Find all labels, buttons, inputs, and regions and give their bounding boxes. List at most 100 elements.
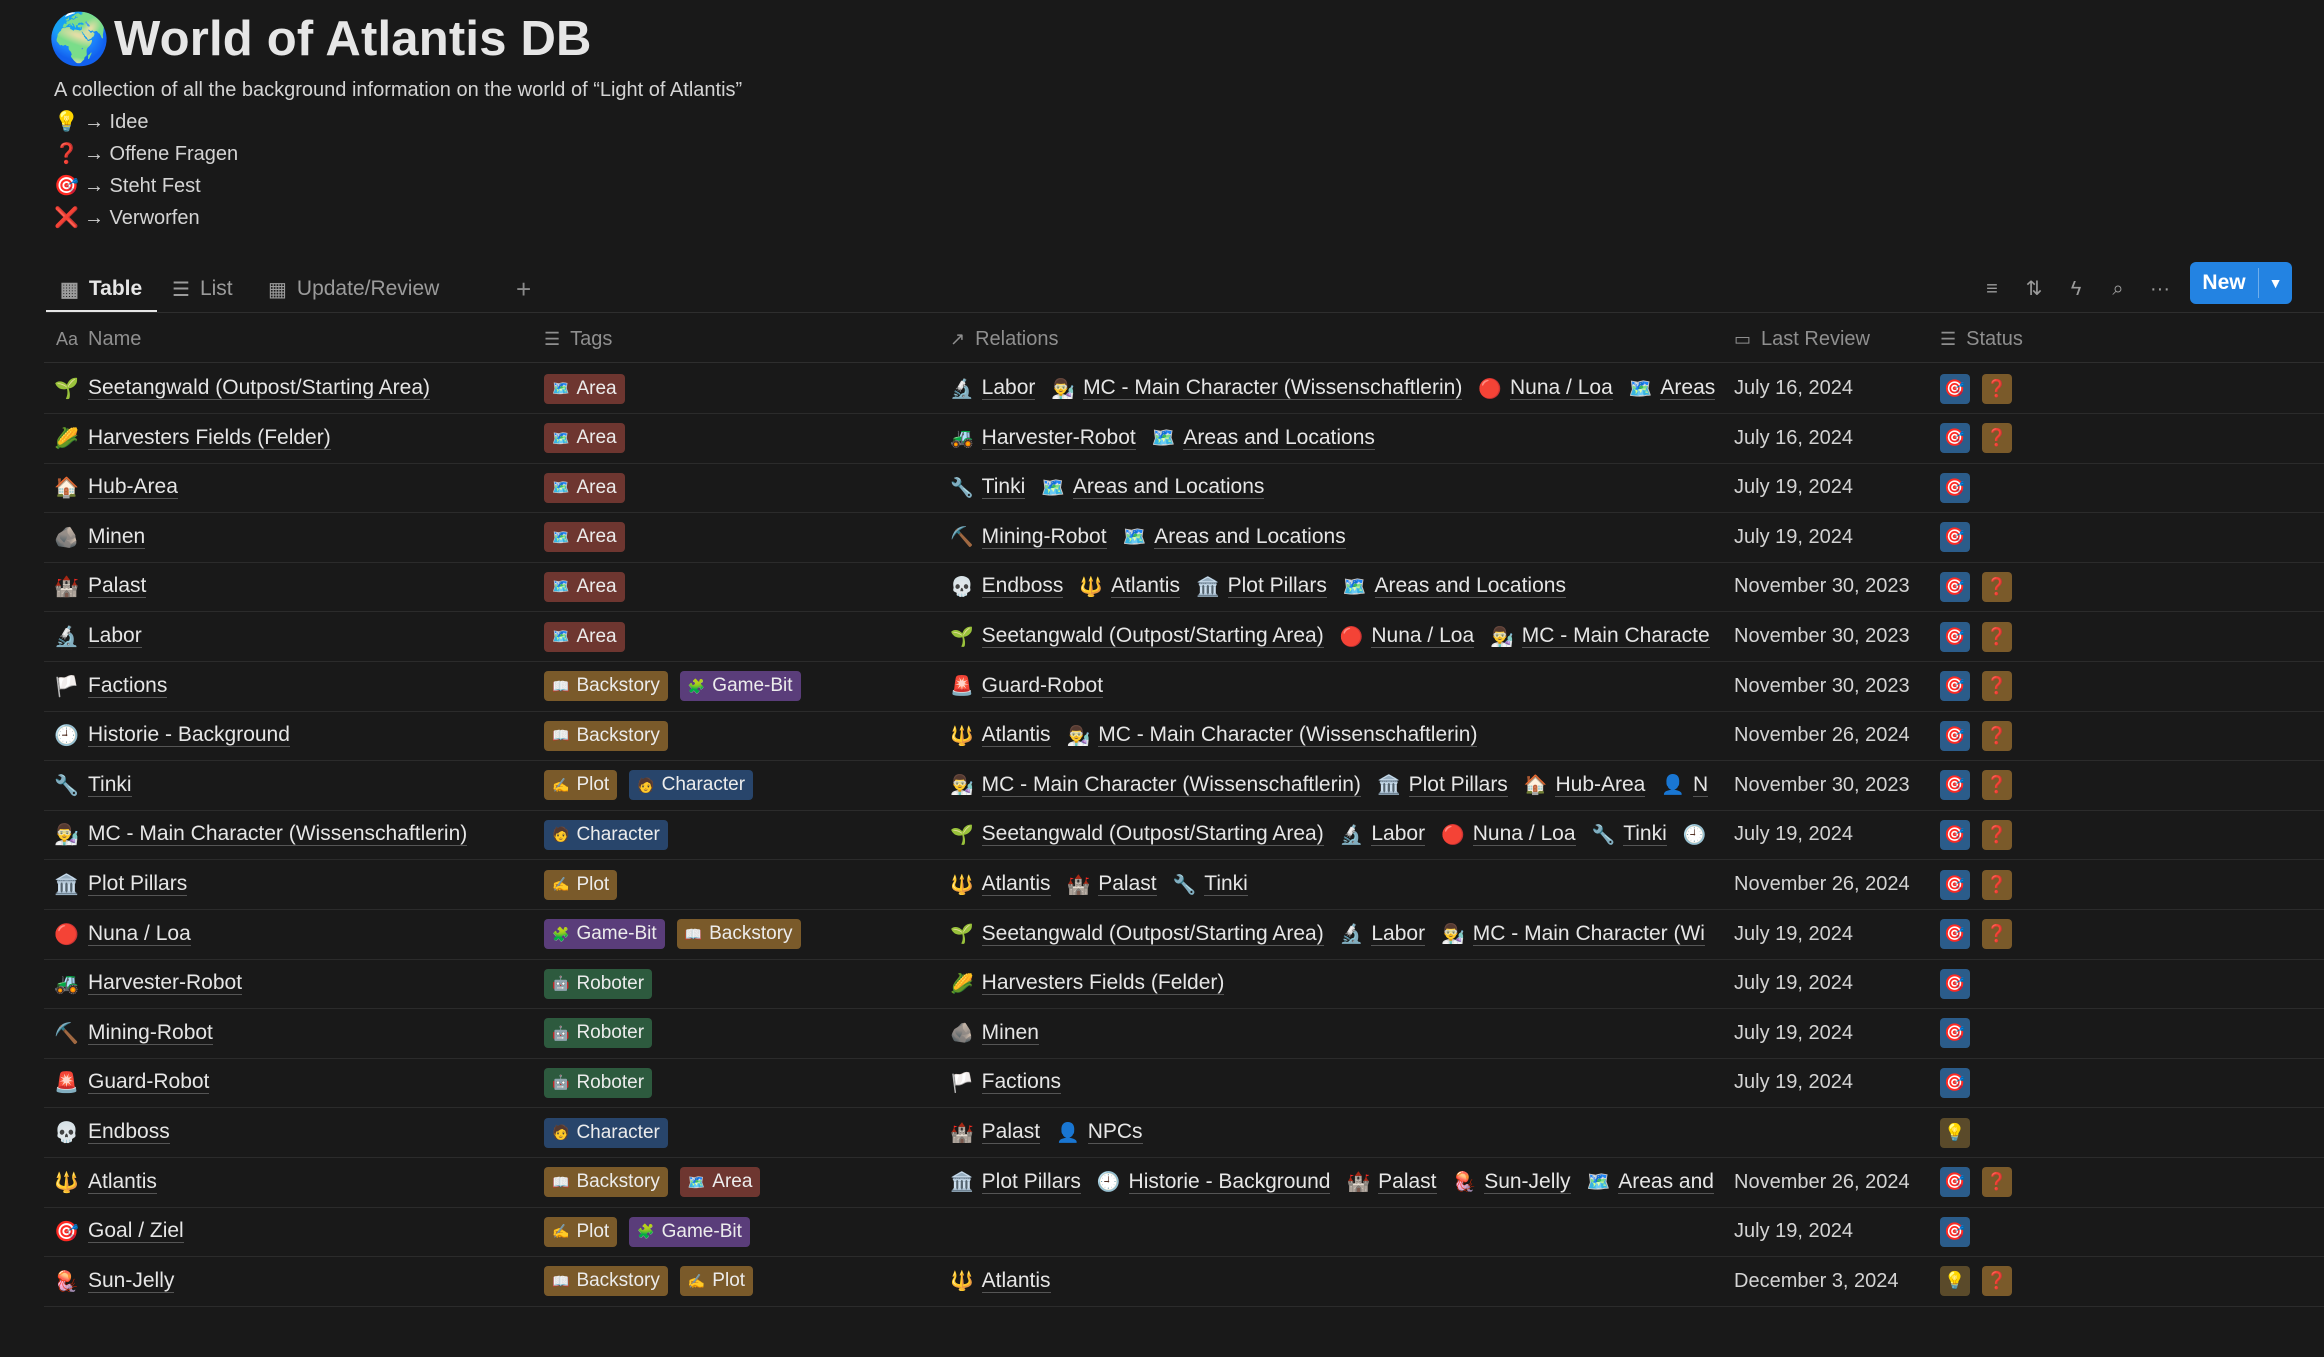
row-relations-cell[interactable]: 🏳️ Factions: [950, 1058, 1766, 1107]
row-tags-cell[interactable]: 🗺️ Area: [544, 562, 949, 611]
relation-label[interactable]: Tinki: [1623, 823, 1667, 847]
relation-label[interactable]: Areas and Locations: [1072, 476, 1265, 500]
relation-label[interactable]: Factions: [981, 1071, 1062, 1095]
table-row[interactable]: 🏛️ Plot Pillars ✍️ Plot 🔱 Atlantis 🏰 Pal…: [44, 860, 2324, 910]
table-row[interactable]: 🎯 Goal / Ziel ✍️ Plot 🧩 Game-Bit July 19…: [44, 1207, 2324, 1258]
row-name[interactable]: Guard-Robot: [88, 1071, 210, 1095]
row-name[interactable]: Palast: [88, 575, 147, 599]
relation-link[interactable]: 🪨 Minen: [950, 1021, 1039, 1045]
row-name-cell[interactable]: 🕘 Historie - Background: [54, 711, 534, 760]
row-last-review-cell[interactable]: November 30, 2023: [1734, 761, 1934, 810]
new-button[interactable]: New ▼: [2190, 262, 2292, 304]
relation-link[interactable]: 🔴 Nuna / Loa: [1441, 823, 1576, 847]
row-status-cell[interactable]: 🎯: [1940, 959, 2140, 1008]
row-name[interactable]: Factions: [88, 674, 168, 698]
row-relations-cell[interactable]: 🌽 Harvesters Fields (Felder): [950, 959, 1766, 1008]
relation-label[interactable]: Harvester-Robot: [981, 426, 1136, 450]
relation-link[interactable]: 🔧 Tinki: [1592, 823, 1667, 847]
row-relations-cell[interactable]: 👨‍🔬 MC - Main Character (Wissenschaftler…: [950, 761, 1766, 810]
row-status-cell[interactable]: 🎯 ❓: [1940, 1158, 2140, 1207]
row-relations-cell[interactable]: ⛏️ Mining-Robot 🗺️ Areas and Locations: [950, 513, 1766, 562]
row-relations-cell[interactable]: 🌱 Seetangwald (Outpost/Starting Area) 🔬 …: [950, 910, 1766, 959]
status-fixed[interactable]: 🎯: [1940, 571, 1970, 602]
status-fixed[interactable]: 🎯: [1940, 869, 1970, 900]
row-name-cell[interactable]: 🏠 Hub-Area: [54, 463, 534, 512]
relation-link[interactable]: 🔱 Atlantis: [950, 724, 1051, 748]
relation-link[interactable]: 🕘 Historie - Background: [1097, 1170, 1331, 1194]
relation-link[interactable]: 🔱 Atlantis: [950, 873, 1051, 897]
relation-label[interactable]: Palast: [1378, 1170, 1437, 1194]
relation-label[interactable]: Endboss: [981, 575, 1064, 599]
relation-link[interactable]: 🚨 Guard-Robot: [950, 674, 1104, 698]
row-tags-cell[interactable]: 🤖 Roboter: [544, 959, 949, 1008]
relation-label[interactable]: Harvesters Fields (Felder): [981, 972, 1225, 996]
row-last-review-cell[interactable]: November 30, 2023: [1734, 662, 1934, 711]
row-name-cell[interactable]: 🪼 Sun-Jelly: [54, 1257, 534, 1306]
table-row[interactable]: 🔱 Atlantis 📖 Backstory 🗺️ Area 🏛️ Plot P…: [44, 1158, 2324, 1208]
row-tags-cell[interactable]: ✍️ Plot 🧩 Game-Bit: [544, 1207, 949, 1256]
relation-link[interactable]: 🔬 Labor: [1340, 823, 1426, 847]
row-name[interactable]: Atlantis: [88, 1170, 157, 1194]
row-tags-cell[interactable]: 🧑 Character: [544, 810, 949, 859]
row-tags-cell[interactable]: 🧑 Character: [544, 1108, 949, 1157]
status-idea[interactable]: 💡: [1940, 1117, 1970, 1148]
table-row[interactable]: 💀 Endboss 🧑 Character 🏰 Palast 👤 NPCs 💡: [44, 1108, 2324, 1158]
row-name[interactable]: Minen: [88, 525, 146, 549]
row-name-cell[interactable]: 🔱 Atlantis: [54, 1158, 534, 1207]
table-row[interactable]: 🔬 Labor 🗺️ Area 🌱 Seetangwald (Outpost/S…: [44, 612, 2324, 662]
relation-label[interactable]: Tinki: [981, 476, 1026, 500]
relation-label[interactable]: Historie - Background: [1128, 1170, 1331, 1194]
row-tags-cell[interactable]: 📖 Backstory 🗺️ Area: [544, 1158, 949, 1207]
row-last-review-cell[interactable]: July 19, 2024: [1734, 513, 1934, 562]
status-open-question[interactable]: ❓: [1982, 770, 2012, 801]
row-relations-cell[interactable]: 🔬 Labor 👨‍🔬 MC - Main Character (Wissens…: [950, 364, 1766, 413]
relation-label[interactable]: Seetangwald (Outpost/Starting Area): [981, 625, 1324, 648]
status-fixed[interactable]: 🎯: [1940, 770, 1970, 801]
status-fixed[interactable]: 🎯: [1940, 423, 1970, 454]
row-tags-cell[interactable]: 🗺️ Area: [544, 513, 949, 562]
row-name[interactable]: Plot Pillars: [88, 873, 188, 896]
relation-label[interactable]: Plot Pillars: [1227, 575, 1327, 599]
relation-label[interactable]: Sun-Jelly: [1484, 1170, 1571, 1194]
row-status-cell[interactable]: 🎯 ❓: [1940, 364, 2140, 413]
table-row[interactable]: 🚜 Harvester-Robot 🤖 Roboter 🌽 Harvesters…: [44, 959, 2324, 1010]
row-relations-cell[interactable]: 🔱 Atlantis 🏰 Palast 🔧 Tinki: [950, 860, 1766, 909]
add-view-button[interactable]: +: [516, 266, 531, 312]
status-fixed[interactable]: 🎯: [1940, 522, 1970, 553]
relation-label[interactable]: Atlantis: [981, 873, 1051, 896]
relation-link[interactable]: 👨‍🔬 MC - Main Character (Wissenschaftler…: [950, 773, 1361, 797]
relation-link[interactable]: 🏳️ Factions: [950, 1071, 1062, 1095]
row-tags-cell[interactable]: 🗺️ Area: [544, 414, 949, 463]
table-row[interactable]: 🔴 Nuna / Loa 🧩 Game-Bit 📖 Backstory 🌱 Se…: [44, 910, 2324, 960]
relation-label[interactable]: Palast: [981, 1121, 1041, 1144]
table-row[interactable]: 🪼 Sun-Jelly 📖 Backstory ✍️ Plot 🔱 Atlant…: [44, 1257, 2324, 1307]
column-header-relations[interactable]: ↗ Relations: [950, 316, 1058, 362]
row-last-review-cell[interactable]: July 19, 2024: [1734, 1009, 1934, 1058]
tab-update-review[interactable]: ▦ Update/Review: [268, 266, 439, 312]
row-tags-cell[interactable]: 🤖 Roboter: [544, 1058, 949, 1107]
relation-link[interactable]: 🌱 Seetangwald (Outpost/Starting Area): [950, 922, 1324, 946]
relation-label[interactable]: Plot Pillars: [981, 1170, 1081, 1194]
status-fixed[interactable]: 🎯: [1940, 1167, 1970, 1198]
row-relations-cell[interactable]: 🏰 Palast 👤 NPCs: [950, 1108, 1766, 1157]
tag-chip[interactable]: 📖 Backstory: [544, 671, 668, 702]
relation-link[interactable]: 🚜 Harvester-Robot: [950, 426, 1136, 450]
status-open-question[interactable]: ❓: [1982, 869, 2012, 900]
row-status-cell[interactable]: 🎯 ❓: [1940, 562, 2140, 611]
relation-link[interactable]: 👤 N: [1661, 773, 1709, 797]
tag-chip[interactable]: 🧑 Character: [544, 1117, 668, 1148]
row-last-review-cell[interactable]: November 26, 2024: [1734, 860, 1934, 909]
relation-link[interactable]: 🏛️ Plot Pillars: [1377, 773, 1508, 797]
status-open-question[interactable]: ❓: [1982, 919, 2012, 950]
relation-label[interactable]: MC - Main Characte: [1521, 625, 1710, 648]
relation-label[interactable]: Seetangwald (Outpost/Starting Area): [981, 823, 1324, 847]
relation-label[interactable]: MC - Main Character (Wissenschaftlerin): [1098, 724, 1478, 748]
row-tags-cell[interactable]: 🗺️ Area: [544, 463, 949, 512]
relation-link[interactable]: 🔱 Atlantis: [1079, 575, 1180, 599]
relation-label[interactable]: Tinki: [1204, 873, 1248, 896]
table-row[interactable]: 🌽 Harvesters Fields (Felder) 🗺️ Area 🚜 H…: [44, 414, 2324, 464]
relation-label[interactable]: Atlantis: [981, 1269, 1051, 1293]
tag-chip[interactable]: 🧑 Character: [629, 770, 754, 801]
relation-link[interactable]: 🗺️ Areas: [1629, 377, 1716, 401]
row-name[interactable]: Endboss: [88, 1121, 170, 1144]
